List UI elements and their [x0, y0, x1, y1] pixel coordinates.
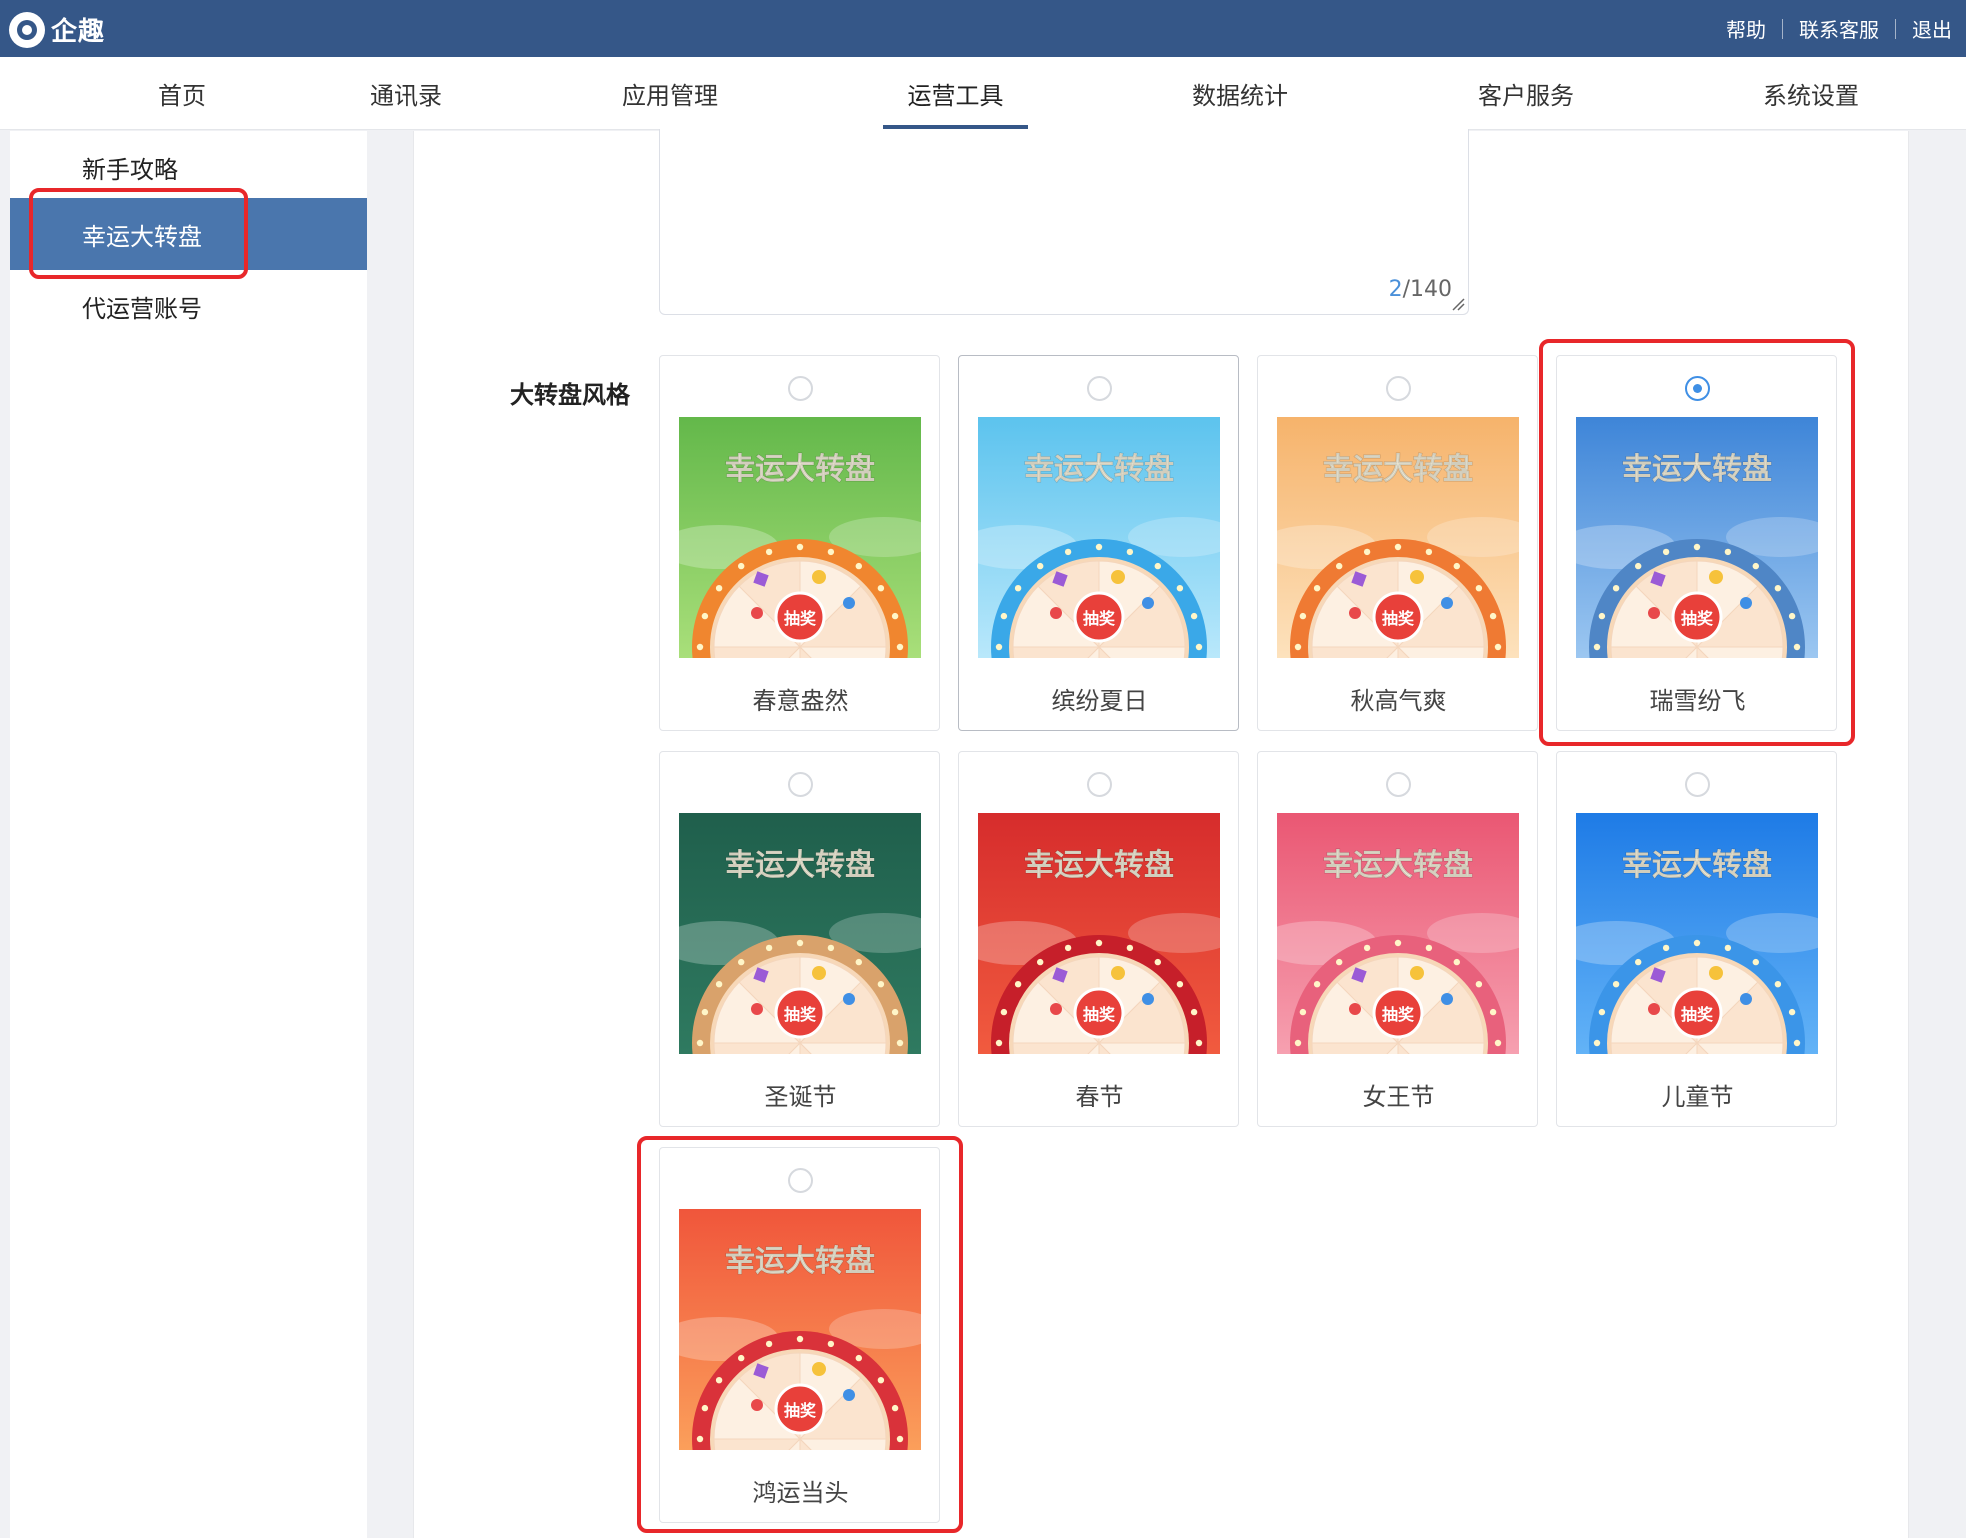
wheel-style-card[interactable]: 幸运大转盘 抽奖 缤纷夏日 — [958, 355, 1239, 731]
style-name: 春节 — [1075, 1083, 1124, 1111]
nav-tab-app-management[interactable]: 应用管理 — [605, 57, 735, 130]
nav-tab-system-settings[interactable]: 系统设置 — [1746, 57, 1876, 130]
svg-text:抽奖: 抽奖 — [1681, 1005, 1714, 1024]
style-radio[interactable] — [788, 772, 813, 797]
wheel-style-label: 大转盘风格 — [510, 381, 630, 409]
wheel-style-card[interactable]: 幸运大转盘 抽奖 春意盎然 — [659, 355, 940, 731]
app-logo[interactable]: 企趣 — [9, 11, 105, 48]
nav-tab-operation-tools[interactable]: 运营工具 — [883, 57, 1028, 130]
logo-icon — [9, 11, 45, 48]
nav-tab-statistics[interactable]: 数据统计 — [1175, 57, 1305, 130]
style-radio[interactable] — [1386, 772, 1411, 797]
style-radio[interactable] — [1386, 376, 1411, 401]
style-name: 缤纷夏日 — [1051, 687, 1148, 715]
svg-text:幸运大转盘: 幸运大转盘 — [1024, 452, 1174, 487]
svg-text:抽奖: 抽奖 — [1083, 609, 1116, 628]
svg-text:抽奖: 抽奖 — [1382, 609, 1415, 628]
svg-text:幸运大转盘: 幸运大转盘 — [725, 452, 875, 487]
resize-grip-icon[interactable] — [1451, 297, 1465, 311]
nav-tab-home[interactable]: 首页 — [121, 57, 243, 130]
wheel-style-card[interactable]: 幸运大转盘 抽奖 圣诞节 — [659, 751, 940, 1127]
top-link-divider — [1782, 18, 1783, 39]
highlight-box-new-style — [637, 1136, 963, 1533]
sidebar-item-managed-account[interactable]: 代运营账号 — [10, 270, 367, 342]
nav-tab-customer-service[interactable]: 客户服务 — [1461, 57, 1591, 130]
style-thumbnail: 幸运大转盘 抽奖 — [1277, 813, 1519, 1054]
help-link[interactable]: 帮助 — [1726, 14, 1766, 43]
wheel-style-card[interactable]: 幸运大转盘 抽奖 秋高气爽 — [1257, 355, 1538, 731]
wheel-style-card[interactable]: 幸运大转盘 抽奖 儿童节 — [1556, 751, 1837, 1127]
highlight-box-sidebar — [29, 188, 248, 279]
style-name: 女王节 — [1362, 1083, 1435, 1111]
svg-text:抽奖: 抽奖 — [1382, 1005, 1415, 1024]
char-counter: 2/140 — [1388, 277, 1452, 302]
highlight-box-selected-style — [1539, 339, 1855, 746]
svg-text:幸运大转盘: 幸运大转盘 — [1622, 848, 1772, 883]
style-name: 春意盎然 — [752, 687, 849, 715]
contact-support-link[interactable]: 联系客服 — [1799, 14, 1879, 43]
style-radio[interactable] — [1087, 376, 1112, 401]
svg-text:抽奖: 抽奖 — [784, 609, 817, 628]
svg-text:幸运大转盘: 幸运大转盘 — [1024, 848, 1174, 883]
style-radio[interactable] — [788, 376, 813, 401]
description-textarea[interactable]: 2/140 — [659, 129, 1469, 315]
nav-tab-contacts[interactable]: 通讯录 — [345, 57, 467, 130]
wheel-style-card[interactable]: 幸运大转盘 抽奖 女王节 — [1257, 751, 1538, 1127]
style-radio[interactable] — [1685, 772, 1710, 797]
style-name: 秋高气爽 — [1350, 687, 1447, 715]
style-thumbnail: 幸运大转盘 抽奖 — [679, 813, 921, 1054]
svg-text:抽奖: 抽奖 — [1083, 1005, 1116, 1024]
top-links: 帮助 联系客服 退出 — [1726, 0, 1952, 57]
sidebar: 新手攻略 幸运大转盘 代运营账号 — [10, 131, 367, 1538]
wheel-style-card[interactable]: 幸运大转盘 抽奖 春节 — [958, 751, 1239, 1127]
style-thumbnail: 幸运大转盘 抽奖 — [1277, 417, 1519, 658]
style-radio[interactable] — [1087, 772, 1112, 797]
svg-text:幸运大转盘: 幸运大转盘 — [1323, 848, 1473, 883]
svg-text:幸运大转盘: 幸运大转盘 — [1323, 452, 1473, 487]
style-name: 儿童节 — [1661, 1083, 1734, 1111]
style-name: 圣诞节 — [764, 1083, 837, 1111]
app-name: 企趣 — [51, 17, 106, 47]
top-link-divider — [1895, 18, 1896, 39]
style-thumbnail: 幸运大转盘 抽奖 — [679, 417, 921, 658]
top-bar: 企趣 帮助 联系客服 退出 — [0, 0, 1966, 57]
main-nav: 首页 通讯录 应用管理 运营工具 数据统计 客户服务 系统设置 — [0, 57, 1966, 130]
logout-link[interactable]: 退出 — [1912, 14, 1952, 43]
svg-text:抽奖: 抽奖 — [784, 1005, 817, 1024]
style-thumbnail: 幸运大转盘 抽奖 — [1576, 813, 1818, 1054]
style-thumbnail: 幸运大转盘 抽奖 — [978, 417, 1220, 658]
style-thumbnail: 幸运大转盘 抽奖 — [978, 813, 1220, 1054]
svg-text:幸运大转盘: 幸运大转盘 — [725, 848, 875, 883]
